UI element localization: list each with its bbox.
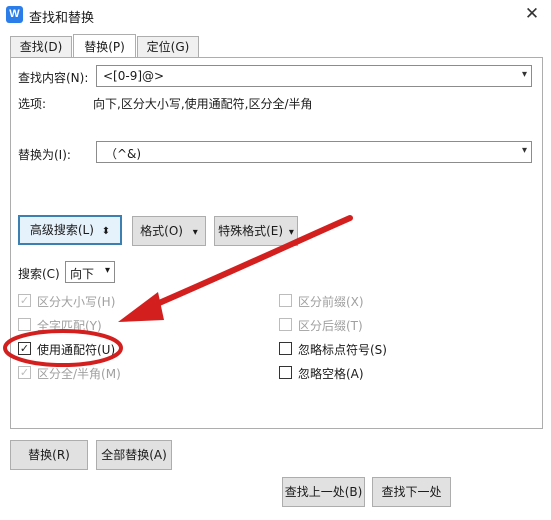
options-label: 选项:	[18, 97, 47, 111]
format-label: 格式(O)	[140, 224, 183, 238]
replace-label: 替换为(I):	[18, 148, 71, 162]
chevron-down-icon[interactable]: ▾	[522, 69, 527, 80]
find-previous-button[interactable]: 查找上一处(B)	[282, 477, 365, 507]
up-down-icon: ⬍	[101, 226, 111, 237]
replace-all-button[interactable]: 全部替换(A)	[96, 440, 172, 470]
search-direction-select[interactable]: 向下 ▾	[65, 261, 115, 283]
chevron-down-icon[interactable]: ▾	[522, 145, 527, 156]
special-format-label: 特殊格式(E)	[218, 224, 284, 238]
chevron-down-icon: ▾	[104, 265, 110, 276]
checkbox-icon[interactable]: ✓	[18, 294, 31, 307]
advanced-search-label: 高级搜索(L)	[29, 223, 94, 237]
checkbox-icon[interactable]	[279, 342, 292, 355]
checkbox-icon[interactable]	[18, 318, 31, 331]
title-bar: W 查找和替换 ✕	[0, 0, 551, 30]
option-label: 区分全/半角(M)	[37, 367, 121, 381]
option-label: 使用通配符(U)	[37, 343, 116, 357]
checkbox-icon[interactable]	[279, 318, 292, 331]
find-value: <[0-9]@>	[103, 69, 165, 83]
replace-input[interactable]: （^&) ▾	[96, 141, 532, 163]
tab-find[interactable]: 查找(D)	[10, 36, 72, 58]
checkbox-icon[interactable]: ✓	[18, 342, 31, 355]
replace-button[interactable]: 替换(R)	[10, 440, 88, 470]
option-label: 全字匹配(Y)	[37, 319, 102, 333]
search-direction-value: 向下	[70, 267, 95, 281]
advanced-search-button[interactable]: 高级搜索(L) ⬍	[18, 215, 122, 245]
checkbox-icon[interactable]: ✓	[18, 366, 31, 379]
find-input[interactable]: <[0-9]@> ▾	[96, 65, 532, 87]
replace-value: （^&)	[105, 147, 142, 161]
option-label: 区分大小写(H)	[37, 295, 116, 309]
chevron-down-icon: ▾	[288, 227, 294, 238]
find-label: 查找内容(N):	[18, 71, 89, 85]
replace-panel: 查找内容(N): <[0-9]@> ▾ 选项: 向下,区分大小写,使用通配符,区…	[10, 57, 543, 429]
tab-goto[interactable]: 定位(G)	[137, 36, 199, 58]
wps-writer-icon: W	[6, 6, 23, 23]
option-label: 区分前缀(X)	[298, 295, 364, 309]
search-direction-label: 搜索(C)	[18, 267, 60, 281]
chevron-down-icon: ▾	[192, 227, 198, 238]
find-next-button[interactable]: 查找下一处	[372, 477, 451, 507]
tab-replace[interactable]: 替换(P)	[73, 34, 136, 58]
option-label: 区分后缀(T)	[298, 319, 363, 333]
checkbox-icon[interactable]	[279, 366, 292, 379]
options-value: 向下,区分大小写,使用通配符,区分全/半角	[93, 97, 313, 111]
option-label: 忽略标点符号(S)	[298, 343, 387, 357]
window-title: 查找和替换	[29, 11, 95, 26]
special-format-button[interactable]: 特殊格式(E) ▾	[214, 216, 298, 246]
checkbox-icon[interactable]	[279, 294, 292, 307]
close-button[interactable]: ✕	[520, 3, 544, 25]
format-button[interactable]: 格式(O) ▾	[132, 216, 206, 246]
option-label: 忽略空格(A)	[298, 367, 364, 381]
